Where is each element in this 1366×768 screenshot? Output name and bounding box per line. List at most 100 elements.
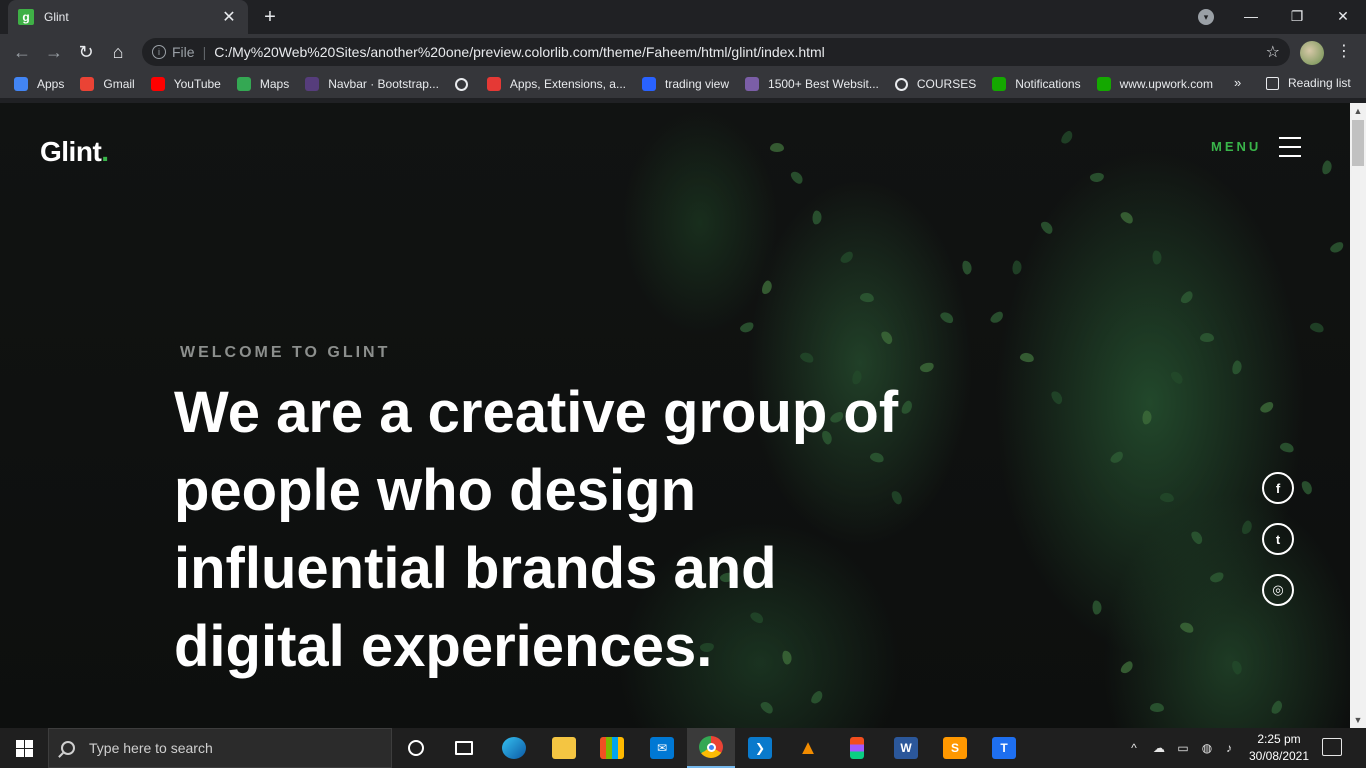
typora-icon[interactable]: T xyxy=(980,728,1028,768)
tab-title: Glint xyxy=(44,10,69,24)
mail-icon[interactable]: ✉ xyxy=(638,728,686,768)
bookmark-label: Gmail xyxy=(103,77,135,91)
apps-grid-icon xyxy=(14,77,28,91)
ivy-leaf xyxy=(938,309,956,326)
ivy-leaf xyxy=(1308,321,1326,334)
bookmark-apps-extensions-a[interactable]: Apps, Extensions, a... xyxy=(486,77,626,91)
bookmark-star-icon[interactable]: ☆ xyxy=(1266,42,1280,62)
page-scrollbar[interactable] xyxy=(1350,103,1366,728)
network-globe-icon[interactable]: ◍ xyxy=(1196,728,1218,768)
windows-logo-icon xyxy=(15,739,33,757)
maps-icon xyxy=(236,77,251,91)
sublime-text-icon[interactable]: S xyxy=(931,728,979,768)
ivy-leaf xyxy=(1230,659,1244,676)
address-bar[interactable]: i File | C:/My%20Web%20Sites/another%20o… xyxy=(142,38,1290,66)
restore-icon[interactable]: ❐ xyxy=(1274,0,1320,32)
instagram-icon[interactable]: ◎ xyxy=(1262,574,1294,606)
bookmark-notifications[interactable]: Notifications xyxy=(992,77,1081,91)
ivy-leaf xyxy=(812,210,822,225)
reading-list-button[interactable]: Reading list xyxy=(1266,76,1351,90)
bookmark-www-upwork-com[interactable]: www.upwork.com xyxy=(1096,77,1213,91)
minimize-icon[interactable]: — xyxy=(1228,0,1274,32)
figma-icon[interactable] xyxy=(833,728,881,768)
cortana-icon[interactable] xyxy=(392,728,440,768)
tab-glint[interactable]: g Glint ✕ xyxy=(8,0,248,34)
close-tab-icon[interactable]: ✕ xyxy=(220,7,238,27)
ivy-leaf xyxy=(760,279,774,296)
bookmark-youtube[interactable]: YouTube xyxy=(150,77,221,91)
ivy-leaf xyxy=(1118,209,1136,226)
bookmarks-overflow-chevron-icon[interactable]: » xyxy=(1234,75,1241,90)
ivy-leaf xyxy=(798,350,816,365)
ivy-leaf xyxy=(1189,529,1205,546)
twitter-icon[interactable]: t xyxy=(1262,523,1294,555)
scroll-down-arrow-icon[interactable]: ▼ xyxy=(1350,712,1366,728)
ivy-leaf xyxy=(1118,659,1136,676)
bookmark-label: 1500+ Best Websit... xyxy=(768,77,879,91)
vscode-icon[interactable]: ❯ xyxy=(736,728,784,768)
ivy-leaf xyxy=(988,309,1006,326)
site-logo[interactable]: Glint. xyxy=(40,136,109,168)
info-icon[interactable]: i xyxy=(152,45,166,59)
notification-center-icon[interactable] xyxy=(1322,738,1342,756)
facebook-icon[interactable]: f xyxy=(1262,472,1294,504)
ivy-leaf xyxy=(1108,449,1126,466)
taskbar-search[interactable]: Type here to search xyxy=(48,728,392,768)
bookmark-courses[interactable]: COURSES xyxy=(894,77,976,91)
url-text[interactable]: C:/My%20Web%20Sites/another%20one/previe… xyxy=(214,44,1265,60)
bookmark-globe-5[interactable] xyxy=(454,77,477,91)
scrollbar-thumb[interactable] xyxy=(1352,120,1364,166)
gmail-icon xyxy=(80,77,95,91)
ivy-leaf xyxy=(1178,620,1196,635)
more-menu-icon[interactable]: ⋮ xyxy=(1334,40,1354,64)
bookmark-label: www.upwork.com xyxy=(1119,77,1213,91)
edge-icon[interactable] xyxy=(490,728,538,768)
back-arrow-icon[interactable]: ← xyxy=(8,38,36,66)
hero-headline: We are a creative group of people who de… xyxy=(174,380,899,679)
close-window-icon[interactable]: ✕ xyxy=(1320,0,1366,32)
word-icon[interactable]: W xyxy=(882,728,930,768)
start-button[interactable] xyxy=(0,728,48,768)
bookmark-trading-view[interactable]: trading view xyxy=(641,77,730,91)
task-view-icon[interactable] xyxy=(440,728,488,768)
browser-toolbar: ← → ↻ ⌂ i File | C:/My%20Web%20Sites/ano… xyxy=(0,34,1366,70)
new-tab-button[interactable]: + xyxy=(258,6,282,30)
bookmark-1500-best-websit[interactable]: 1500+ Best Websit... xyxy=(745,77,879,91)
bookmark-navbar-bootstrap[interactable]: Navbar · Bootstrap... xyxy=(305,77,439,91)
bookmark-apps[interactable]: Apps xyxy=(14,77,64,91)
colorlib-icon xyxy=(745,77,760,91)
ivy-leaf xyxy=(1039,219,1055,236)
ivy-leaf xyxy=(788,169,806,186)
chevron-down-icon[interactable]: ▾ xyxy=(1198,9,1214,25)
volume-icon[interactable]: ♪ xyxy=(1218,728,1240,768)
ivy-leaf xyxy=(1049,389,1065,406)
bookmark-label: Maps xyxy=(259,77,290,91)
bookmark-gmail[interactable]: Gmail xyxy=(80,77,135,91)
chrome-icon[interactable] xyxy=(687,728,735,768)
bookmark-label: trading view xyxy=(664,77,730,91)
glint-favicon-icon: g xyxy=(18,9,34,25)
home-icon[interactable]: ⌂ xyxy=(104,38,132,66)
ivy-leaf xyxy=(1208,570,1226,585)
file-explorer-icon[interactable] xyxy=(540,728,588,768)
bookmarks-bar: Apps Gmail YouTube Maps Navbar · Bootstrap..… xyxy=(0,70,1366,98)
menu-label[interactable]: MENU xyxy=(1211,139,1261,154)
microsoft-store-icon[interactable] xyxy=(588,728,636,768)
reload-icon[interactable]: ↻ xyxy=(72,38,100,66)
hamburger-menu-icon[interactable] xyxy=(1279,137,1301,159)
file-scheme-label: File xyxy=(172,44,195,60)
system-clock[interactable]: 2:25 pm 30/08/2021 xyxy=(1248,731,1310,765)
globe-icon xyxy=(454,77,468,91)
bookmark-maps[interactable]: Maps xyxy=(236,77,290,91)
search-placeholder: Type here to search xyxy=(89,740,213,756)
onedrive-cloud-icon[interactable]: ☁ xyxy=(1148,728,1170,768)
vlc-icon[interactable]: ▲ xyxy=(784,728,832,768)
profile-avatar[interactable] xyxy=(1300,41,1324,65)
bookmark-label: Navbar · Bootstrap... xyxy=(328,77,439,91)
scroll-up-arrow-icon[interactable]: ▲ xyxy=(1350,103,1366,119)
show-hidden-icons-chevron-icon[interactable]: ^ xyxy=(1124,728,1144,768)
battery-icon[interactable]: ▭ xyxy=(1172,728,1194,768)
ivy-leaf xyxy=(1168,369,1186,386)
forward-arrow-icon[interactable]: → xyxy=(40,38,68,66)
ivy-leaf xyxy=(1159,491,1175,504)
